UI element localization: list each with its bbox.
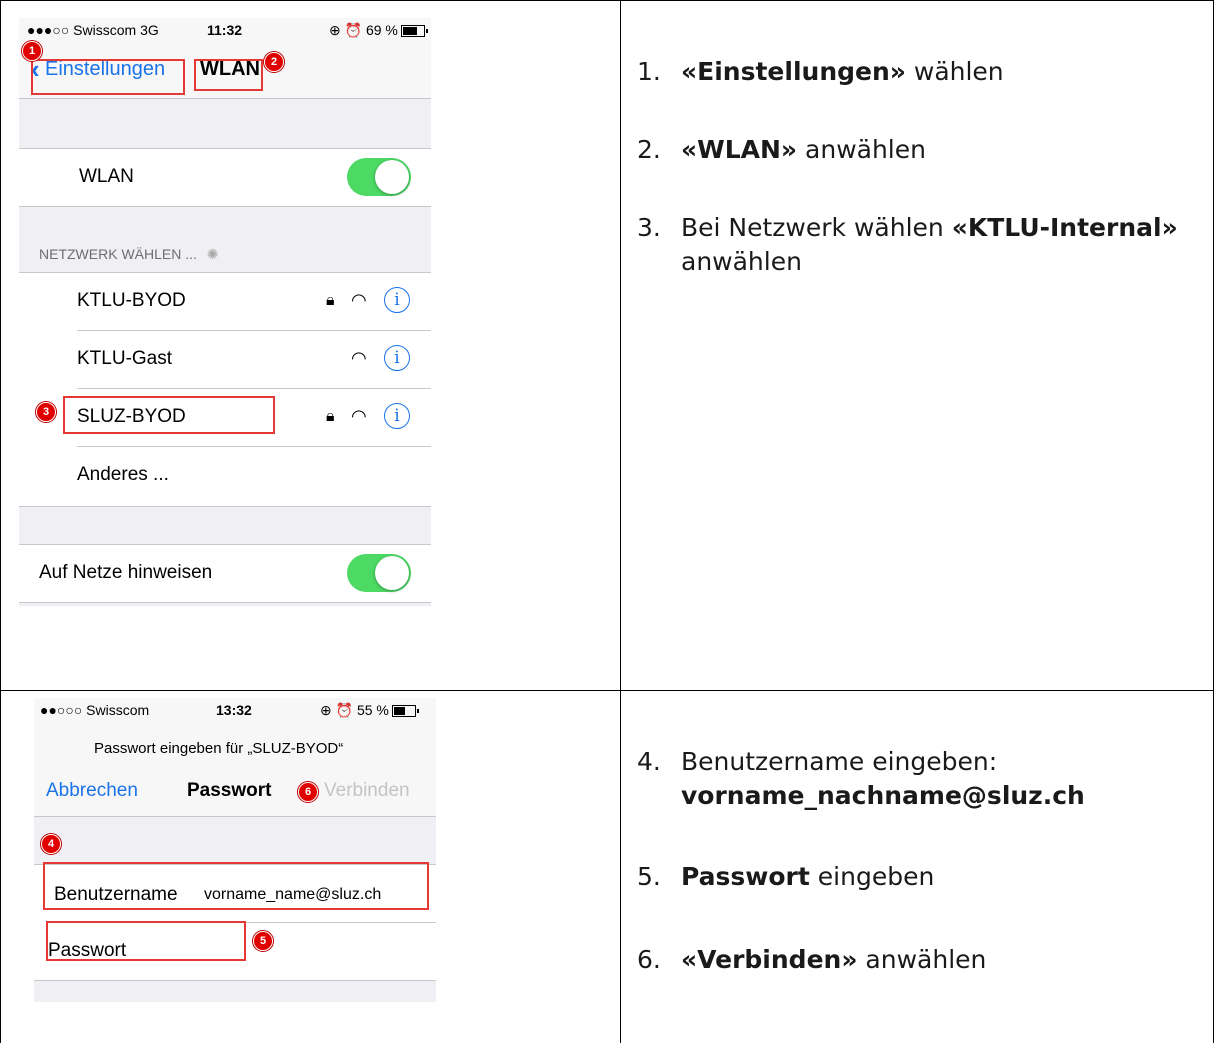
loading-spinner-icon: ✺: [206, 246, 219, 262]
ask-to-join-row: Auf Netze hinweisen: [19, 544, 431, 602]
wlan-toggle[interactable]: [347, 158, 411, 196]
divider: [19, 206, 431, 207]
wlan-settings-screenshot: ●●●○○ Swisscom 3G 11:32 ⊕ ⏰ 69 % ‹ Einst…: [19, 18, 431, 606]
divider: [19, 544, 431, 545]
status-bar: ●●○○○ Swisscom 13:32 ⊕ ⏰ 55 %: [34, 698, 436, 722]
wifi-icon: ◠: [351, 406, 367, 426]
lock-icon: 🔒︎: [326, 292, 335, 309]
status-bar: ●●●○○ Swisscom 3G 11:32 ⊕ ⏰ 69 %: [19, 18, 431, 42]
carrier-signal: ●●○○○ Swisscom: [40, 702, 150, 718]
info-icon[interactable]: i: [384, 345, 410, 371]
battery-icon: [400, 25, 428, 38]
carrier-signal: ●●●○○ Swisscom 3G: [27, 22, 159, 38]
lock-icon: 🔒︎: [326, 408, 335, 425]
divider: [19, 506, 431, 507]
highlight-wlan-title: [194, 59, 263, 91]
dialog-title: Passwort: [187, 780, 272, 801]
wifi-icon: ◠: [351, 290, 367, 310]
wlan-toggle-row: WLAN: [19, 148, 431, 206]
network-name: KTLU-Gast: [77, 348, 173, 369]
ask-to-join-label: Auf Netze hinweisen: [39, 562, 213, 583]
instructions-bottom: 4. Benutzername eingeben: vorname_nachna…: [637, 747, 1085, 974]
wifi-icon: ◠: [351, 348, 367, 368]
wlan-label: WLAN: [79, 166, 134, 187]
info-icon[interactable]: i: [384, 403, 410, 429]
network-row-ktlu-gast[interactable]: KTLU-Gast ◠ i: [19, 330, 431, 388]
status-right: ⊕ ⏰ 69 %: [329, 22, 428, 39]
step-badge-6: 6: [298, 782, 318, 802]
status-right: ⊕ ⏰ 55 %: [320, 702, 419, 719]
table-border-middle: [620, 0, 621, 1043]
step-badge-1: 1: [22, 41, 42, 61]
step-badge-5: 5: [253, 931, 273, 951]
highlight-sluz-byod: [63, 396, 275, 434]
instructions-top: 1. «Einstellungen» wählen 2. «WLAN» anwä…: [637, 57, 1178, 276]
table-border-row: [0, 690, 1214, 691]
network-row-other[interactable]: Anderes ...: [19, 446, 431, 504]
network-name: KTLU-BYOD: [77, 290, 186, 311]
ask-to-join-toggle[interactable]: [347, 554, 411, 592]
network-row-ktlu-byod[interactable]: KTLU-BYOD 🔒︎ ◠ i: [19, 272, 431, 330]
battery-icon: [391, 705, 419, 718]
clock: 13:32: [216, 702, 252, 718]
step-badge-4: 4: [41, 834, 61, 854]
divider: [19, 602, 431, 603]
highlight-username: [43, 862, 429, 910]
divider: [19, 148, 431, 149]
cancel-button[interactable]: Abbrechen: [46, 780, 138, 802]
instruction-table: ●●●○○ Swisscom 3G 11:32 ⊕ ⏰ 69 % ‹ Einst…: [0, 0, 1214, 1043]
password-prompt: Passwort eingeben für „SLUZ-BYOD“: [94, 740, 344, 757]
divider: [34, 980, 436, 981]
choose-network-header: NETZWERK WÄHLEN ... ✺: [39, 246, 219, 262]
step-badge-3: 3: [36, 402, 56, 422]
connect-button[interactable]: Verbinden: [324, 780, 410, 802]
highlight-password: [46, 921, 246, 961]
clock: 11:32: [207, 22, 243, 38]
table-border-top: [0, 0, 1214, 1]
table-border-left: [0, 0, 1, 1043]
network-name: Anderes ...: [77, 464, 169, 485]
highlight-einstellungen: [31, 59, 185, 95]
info-icon[interactable]: i: [384, 287, 410, 313]
step-badge-2: 2: [264, 52, 284, 72]
